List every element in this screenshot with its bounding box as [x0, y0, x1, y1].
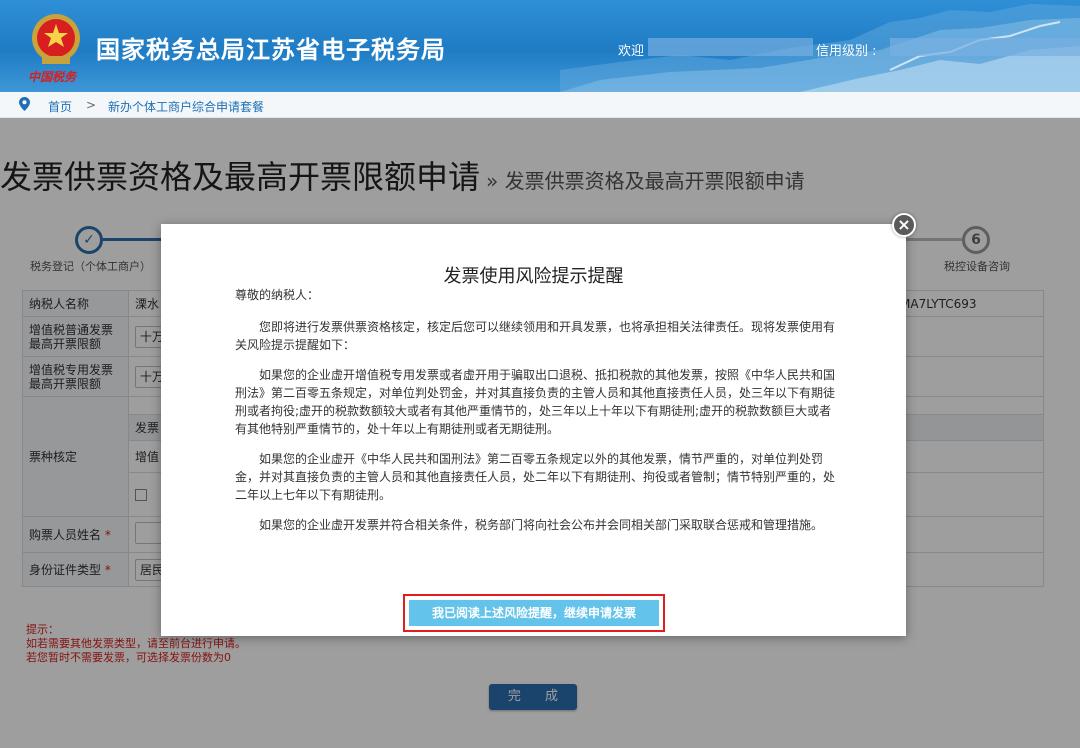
welcome-text: 欢迎	[618, 44, 645, 59]
modal-paragraph-3: 如果您的企业虚开《中华人民共和国刑法》第二百零五条规定以外的其他发票，情节严重的…	[235, 452, 836, 502]
breadcrumb-home-link[interactable]: 首页	[48, 98, 72, 115]
modal-title: 发票使用风险提示提醒	[443, 266, 624, 287]
breadcrumb-current-link[interactable]: 新办个体工商户综合申请套餐	[108, 98, 264, 115]
modal-paragraph-1: 您即将进行发票供票资格核定，核定后您可以继续领用和开具发票，也将承担相关法律责任…	[235, 320, 836, 352]
tax-emblem-logo	[32, 14, 80, 64]
site-header: 中国税务 国家税务总局江苏省电子税务局 欢迎 信用级别 :	[0, 0, 1080, 92]
redacted-credit-level	[890, 38, 1080, 56]
breadcrumb: 首页 > 新办个体工商户综合申请套餐	[0, 92, 1080, 118]
site-title: 国家税务总局江苏省电子税务局	[96, 36, 446, 64]
redacted-username	[648, 38, 813, 56]
close-icon[interactable]: ×	[892, 213, 916, 237]
risk-warning-modal: 发票使用风险提示提醒 尊敬的纳税人： 您即将进行发票供票资格核定，核定后您可以继…	[161, 224, 906, 636]
confirm-continue-button[interactable]: 我已阅读上述风险提醒，继续申请发票	[409, 600, 659, 626]
credit-level-label: 信用级别 :	[816, 44, 877, 59]
confirm-highlight-box: 我已阅读上述风险提醒，继续申请发票	[403, 594, 665, 632]
emblem-caption: 中国税务	[28, 70, 77, 84]
modal-body: 尊敬的纳税人： 您即将进行发票供票资格核定，核定后您可以继续领用和开具发票，也将…	[235, 286, 835, 546]
modal-paragraph-4: 如果您的企业虚开发票并符合相关条件，税务部门将向社会公布并会同相关部门采取联合惩…	[259, 518, 824, 532]
location-pin-icon	[19, 97, 30, 111]
modal-greeting: 尊敬的纳税人：	[235, 288, 320, 302]
breadcrumb-separator: >	[86, 98, 97, 112]
modal-paragraph-2: 如果您的企业虚开增值税专用发票或者虚开用于骗取出口退税、抵扣税款的其他发票，按照…	[235, 368, 836, 436]
